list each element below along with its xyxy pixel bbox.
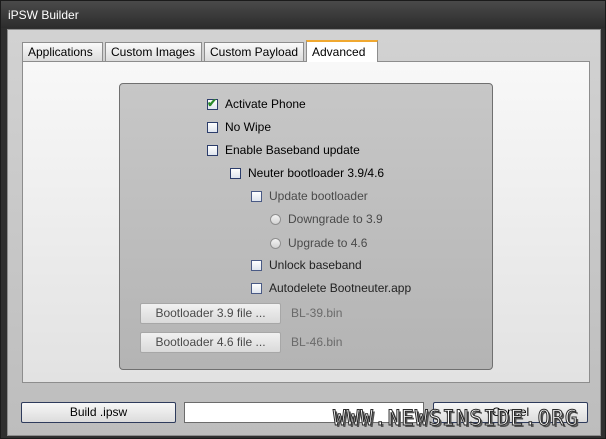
bootloader-39-file-button[interactable]: Bootloader 3.9 file ... — [140, 303, 281, 324]
autodelete-label: Autodelete Bootneuter.app — [269, 281, 412, 295]
enable-baseband-update-label: Enable Baseband update — [225, 143, 360, 157]
unlock-baseband-checkbox[interactable] — [251, 259, 262, 271]
enable-baseband-update-checkbox[interactable] — [207, 144, 218, 156]
downgrade-label: Downgrade to 3.9 — [288, 212, 383, 226]
activate-phone-checkbox[interactable]: ✔ — [207, 95, 218, 110]
site-watermark: WWW.NEWSINSIDE.ORG — [333, 406, 579, 431]
neuter-bootloader-option[interactable]: Neuter bootloader 3.9/4.6 — [230, 165, 384, 181]
no-wipe-label: No Wipe — [225, 120, 272, 134]
bootloader-46-file-button[interactable]: Bootloader 4.6 file ... — [140, 332, 281, 353]
upgrade-option[interactable]: Upgrade to 4.6 — [270, 235, 367, 251]
build-ipsw-button[interactable]: Build .ipsw — [21, 402, 176, 423]
neuter-bootloader-label: Neuter bootloader 3.9/4.6 — [248, 166, 385, 180]
no-wipe-checkbox[interactable] — [207, 121, 218, 133]
tab-custom-images[interactable]: Custom Images — [105, 42, 202, 61]
checkmark-icon: ✔ — [207, 95, 218, 110]
upgrade-label: Upgrade to 4.6 — [288, 236, 368, 250]
update-bootloader-option[interactable]: Update bootloader — [251, 188, 368, 204]
tab-custom-payload[interactable]: Custom Payload — [204, 42, 304, 61]
app-window: iPSW Builder Applications Custom Images … — [0, 0, 606, 439]
activate-phone-label: Activate Phone — [225, 97, 306, 111]
update-bootloader-checkbox[interactable] — [251, 190, 262, 202]
client-area: Applications Custom Images Custom Payloa… — [7, 29, 601, 436]
window-title: iPSW Builder — [8, 8, 79, 22]
unlock-baseband-option[interactable]: Unlock baseband — [251, 257, 362, 273]
autodelete-checkbox[interactable] — [251, 282, 262, 294]
downgrade-option[interactable]: Downgrade to 3.9 — [270, 211, 383, 227]
downgrade-radio[interactable] — [270, 213, 281, 225]
activate-phone-option[interactable]: ✔ Activate Phone — [207, 96, 306, 112]
update-bootloader-label: Update bootloader — [269, 189, 368, 203]
neuter-bootloader-checkbox[interactable] — [230, 167, 241, 179]
upgrade-radio[interactable] — [270, 237, 281, 249]
enable-baseband-update-option[interactable]: Enable Baseband update — [207, 142, 360, 158]
bootloader-46-file-name: BL-46.bin — [291, 335, 343, 349]
title-bar[interactable]: iPSW Builder — [1, 1, 605, 28]
no-wipe-option[interactable]: No Wipe — [207, 119, 271, 135]
autodelete-option[interactable]: Autodelete Bootneuter.app — [251, 280, 411, 296]
tab-applications[interactable]: Applications — [22, 42, 103, 61]
tab-advanced[interactable]: Advanced — [306, 40, 378, 62]
options-group: ✔ Activate Phone No Wipe Enable Baseband… — [119, 83, 493, 370]
advanced-panel: ✔ Activate Phone No Wipe Enable Baseband… — [22, 61, 590, 383]
bootloader-39-file-name: BL-39.bin — [291, 306, 343, 320]
unlock-baseband-label: Unlock baseband — [269, 258, 362, 272]
